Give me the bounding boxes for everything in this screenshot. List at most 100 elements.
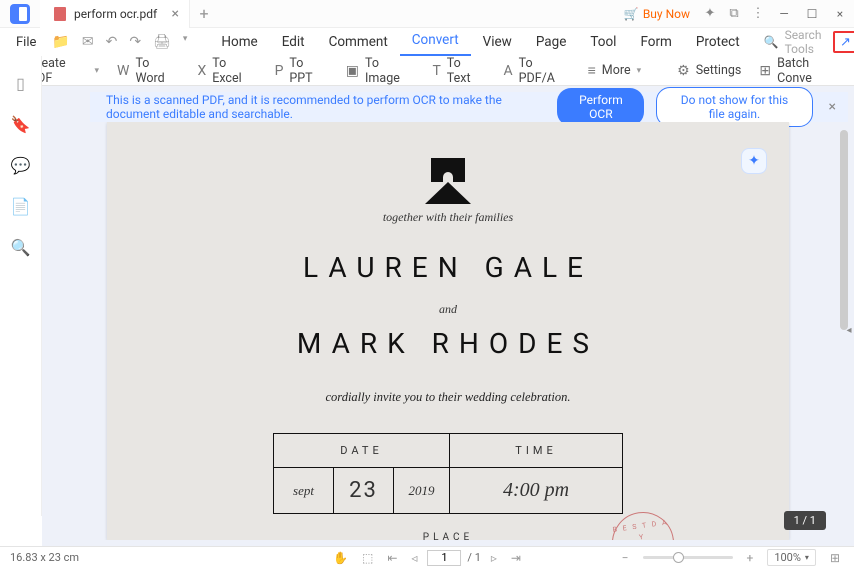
pdf-icon bbox=[54, 7, 66, 21]
page-indicator-badge: 1 / 1 bbox=[784, 511, 826, 530]
to-excel-button[interactable]: X To Excel bbox=[197, 56, 256, 86]
batch-convert-label: Batch Conve bbox=[777, 56, 844, 86]
image-icon: ▣ bbox=[346, 63, 359, 79]
more-label: More bbox=[602, 63, 631, 78]
print-icon[interactable]: 🖨 bbox=[153, 34, 171, 50]
prev-page-icon[interactable]: ◃ bbox=[407, 551, 421, 565]
chevron-down-icon: ▾ bbox=[94, 66, 99, 76]
to-image-button[interactable]: ▣ To Image bbox=[346, 56, 415, 86]
close-tab-icon[interactable]: × bbox=[172, 6, 179, 22]
tab-convert[interactable]: Convert bbox=[400, 28, 471, 56]
to-text-button[interactable]: TTo Text bbox=[432, 56, 485, 86]
buy-now-label: Buy Now bbox=[643, 7, 690, 21]
expand-right-handle[interactable]: ◂ bbox=[844, 316, 854, 344]
close-banner-icon[interactable]: × bbox=[829, 99, 836, 115]
mail-icon[interactable]: ✉ bbox=[82, 34, 94, 50]
zoom-level-select[interactable]: 100% ▾ bbox=[767, 549, 816, 566]
page-number-input[interactable] bbox=[427, 550, 461, 566]
page-total: / 1 bbox=[467, 551, 480, 564]
more-menu-icon[interactable]: ⋮ bbox=[746, 0, 770, 28]
date-header: DATE bbox=[274, 434, 450, 468]
floating-tool-icon[interactable]: ✦ bbox=[741, 148, 767, 174]
gear-icon: ⚙ bbox=[677, 63, 690, 79]
to-pdfa-label: To PDF/A bbox=[519, 56, 570, 86]
to-word-button[interactable]: WTo Word bbox=[117, 56, 179, 86]
hand-tool-icon[interactable]: ✋ bbox=[329, 551, 352, 565]
last-page-icon[interactable]: ⇥ bbox=[507, 551, 525, 565]
tab-title: perform ocr.pdf bbox=[74, 7, 157, 21]
tab-edit[interactable]: Edit bbox=[270, 30, 317, 56]
print-dropdown-icon[interactable]: ▾ bbox=[183, 34, 188, 50]
screenshot-icon[interactable]: ⧉ bbox=[722, 0, 746, 28]
maximize-button[interactable]: ☐ bbox=[798, 0, 826, 28]
time-cell: 4:00 pm bbox=[450, 468, 623, 514]
name-1: LAUREN GALE bbox=[303, 251, 593, 284]
settings-label: Settings bbox=[696, 63, 742, 78]
search-tools-input[interactable]: 🔍 Search Tools bbox=[756, 28, 830, 56]
zoom-out-icon[interactable]: − bbox=[618, 551, 633, 565]
batch-icon: ⊞ bbox=[759, 63, 771, 79]
to-pdfa-button[interactable]: A To PDF/A bbox=[503, 56, 569, 86]
document-tab[interactable]: perform ocr.pdf × bbox=[40, 0, 190, 28]
ppt-icon: P bbox=[275, 63, 284, 79]
zoom-in-icon[interactable]: + bbox=[743, 551, 758, 565]
gift-icon[interactable]: ✦ bbox=[698, 0, 722, 28]
excel-icon: X bbox=[197, 63, 206, 79]
ocr-message: This is a scanned PDF, and it is recomme… bbox=[106, 93, 533, 121]
next-page-icon[interactable]: ▹ bbox=[487, 551, 501, 565]
select-tool-icon[interactable]: ⬚ bbox=[358, 551, 377, 565]
cart-icon: 🛒 bbox=[624, 7, 639, 21]
chevron-down-icon: ▾ bbox=[805, 553, 809, 562]
minimize-button[interactable]: — bbox=[770, 0, 798, 28]
pdfa-icon: A bbox=[503, 63, 512, 79]
new-tab-button[interactable]: + bbox=[190, 4, 218, 23]
tab-form[interactable]: Form bbox=[628, 30, 683, 56]
vertical-scrollbar[interactable] bbox=[840, 130, 848, 330]
more-icon: ≡ bbox=[588, 62, 596, 79]
open-icon[interactable]: 📁 bbox=[52, 34, 69, 50]
place-label: PLACE bbox=[423, 532, 473, 540]
to-image-label: To Image bbox=[365, 56, 414, 86]
name-2: MARK RHODES bbox=[297, 327, 599, 360]
time-header: TIME bbox=[450, 434, 623, 468]
dismiss-ocr-button[interactable]: Do not show for this file again. bbox=[656, 87, 812, 127]
fit-page-icon[interactable]: ⊞ bbox=[826, 551, 844, 565]
share-button[interactable]: ↗ bbox=[833, 31, 854, 53]
file-menu[interactable]: File bbox=[8, 35, 44, 50]
comment-panel-icon[interactable]: 💬 bbox=[11, 156, 31, 175]
to-text-label: To Text bbox=[447, 56, 486, 86]
search-icon: 🔍 bbox=[764, 35, 779, 49]
thumbnails-icon[interactable]: ▯ bbox=[16, 74, 25, 93]
dimensions-readout: 16.83 x 23 cm bbox=[10, 551, 79, 564]
together-line: together with their families bbox=[383, 210, 513, 225]
undo-icon[interactable]: ↶ bbox=[106, 34, 118, 50]
redo-icon[interactable]: ↷ bbox=[129, 34, 141, 50]
tab-tool[interactable]: Tool bbox=[578, 30, 628, 56]
tab-page[interactable]: Page bbox=[524, 30, 579, 56]
word-icon: W bbox=[117, 63, 129, 79]
perform-ocr-button[interactable]: Perform OCR bbox=[557, 88, 644, 126]
zoom-value: 100% bbox=[774, 551, 801, 564]
and-text: and bbox=[439, 302, 457, 317]
to-ppt-button[interactable]: P To PPT bbox=[275, 56, 328, 86]
tab-protect[interactable]: Protect bbox=[684, 30, 752, 56]
zoom-slider[interactable] bbox=[643, 556, 733, 559]
to-excel-label: To Excel bbox=[212, 56, 256, 86]
first-page-icon[interactable]: ⇤ bbox=[383, 551, 401, 565]
date-time-table: DATE TIME sept 23 2019 4:00 pm bbox=[273, 433, 623, 514]
tab-view[interactable]: View bbox=[471, 30, 524, 56]
year-cell: 2019 bbox=[394, 468, 450, 514]
zoom-thumb[interactable] bbox=[673, 552, 684, 563]
tab-comment[interactable]: Comment bbox=[317, 30, 400, 56]
buy-now-link[interactable]: 🛒 Buy Now bbox=[616, 7, 698, 21]
bookmark-icon[interactable]: 🔖 bbox=[11, 115, 31, 134]
stamp-top: B E S T D A Y bbox=[612, 518, 669, 540]
search-panel-icon[interactable]: 🔍 bbox=[11, 238, 31, 257]
more-button[interactable]: ≡More▾ bbox=[588, 62, 642, 79]
tab-home[interactable]: Home bbox=[209, 30, 269, 56]
to-ppt-label: To PPT bbox=[289, 56, 327, 86]
attachment-icon[interactable]: 📄 bbox=[11, 197, 31, 216]
batch-convert-button[interactable]: ⊞ Batch Conve bbox=[759, 56, 844, 86]
close-window-button[interactable]: × bbox=[826, 0, 854, 28]
settings-button[interactable]: ⚙ Settings bbox=[677, 63, 741, 79]
